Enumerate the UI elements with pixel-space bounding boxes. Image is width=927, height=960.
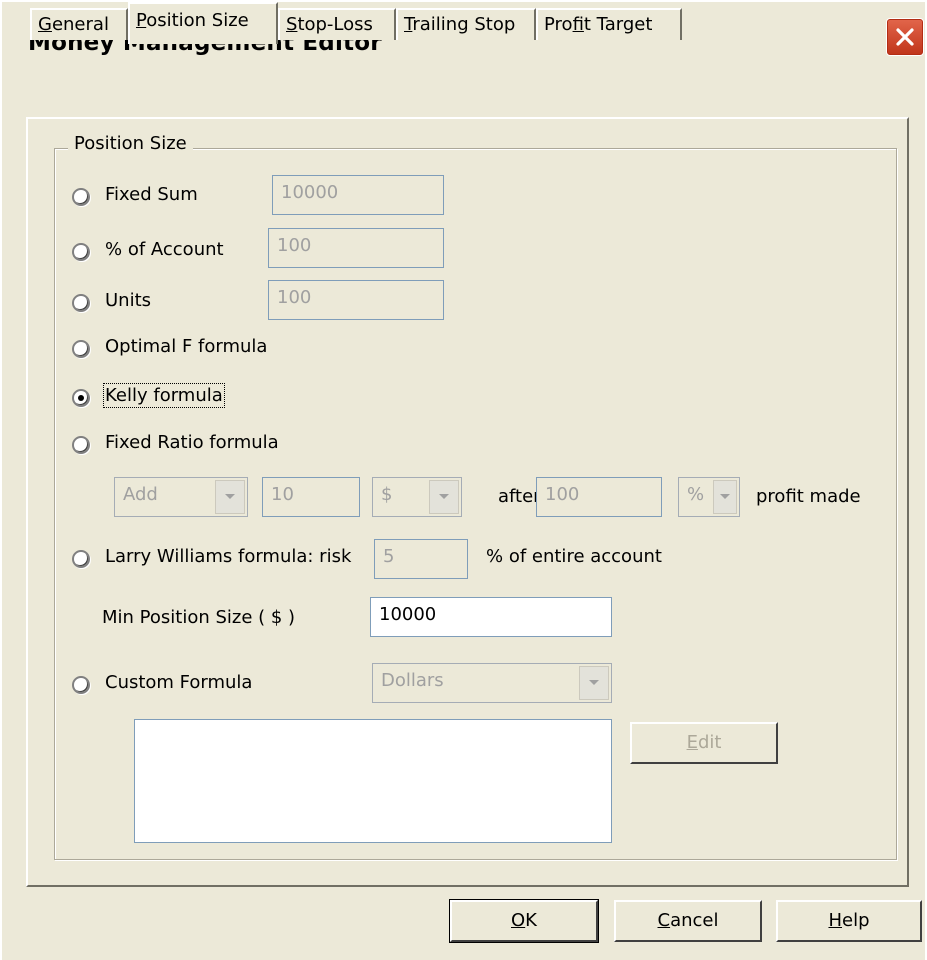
chevron-down-icon: [439, 494, 449, 499]
fixed-ratio-unit-dropdown[interactable]: [429, 480, 459, 514]
fixed-ratio-unit-value: $: [381, 484, 393, 505]
tab-trailing-stop[interactable]: Trailing Stop: [396, 8, 536, 40]
fixed-ratio-unit-select[interactable]: $: [372, 477, 462, 517]
tab-profit-target-label: it Target: [583, 14, 653, 35]
units-label: Units: [105, 290, 152, 311]
custom-formula-unit-select[interactable]: Dollars: [372, 663, 612, 703]
close-button[interactable]: [886, 18, 924, 56]
fixed-ratio-action-dropdown[interactable]: [215, 480, 245, 514]
ok-button[interactable]: OK: [449, 899, 599, 943]
fixed-ratio-after-label: after: [498, 486, 541, 507]
tab-position-size[interactable]: Position Size: [128, 2, 278, 44]
units-radio[interactable]: [72, 294, 90, 312]
tab-profit-target-label-pre: Pro: [544, 14, 573, 35]
tab-position-size-mnemonic: P: [136, 10, 147, 31]
min-position-size-input[interactable]: 10000: [370, 597, 612, 637]
pct-account-input[interactable]: 100: [268, 228, 444, 268]
money-management-editor-window: Money Management Editor General Position…: [0, 0, 925, 960]
tab-general-label: eneral: [51, 14, 109, 35]
pct-account-label: % of Account: [105, 239, 224, 260]
fixed-ratio-action-value: Add: [123, 484, 158, 505]
larry-williams-suffix: % of entire account: [486, 546, 662, 567]
fixed-ratio-radio[interactable]: [72, 436, 90, 454]
tab-stop-loss-mnemonic: S: [286, 14, 298, 35]
optimal-f-radio[interactable]: [72, 340, 90, 358]
cancel-button-label: ancel: [670, 910, 719, 931]
custom-formula-unit-value: Dollars: [381, 670, 444, 691]
ok-button-mnemonic: O: [511, 910, 526, 931]
tab-profit-target[interactable]: Profit Target: [536, 8, 682, 40]
close-icon: [896, 28, 914, 46]
larry-williams-label: Larry Williams formula: risk: [105, 546, 352, 567]
ok-button-label: K: [525, 910, 537, 931]
pct-account-radio[interactable]: [72, 243, 90, 261]
fixed-ratio-amount-input[interactable]: 10: [262, 477, 360, 517]
chevron-down-icon: [589, 680, 599, 685]
help-button-label: elp: [842, 910, 870, 931]
fixed-ratio-profit-label: profit made: [756, 486, 861, 507]
fixed-ratio-after-unit-value: %: [687, 484, 705, 505]
help-button[interactable]: Help: [776, 900, 922, 942]
units-input[interactable]: 100: [268, 280, 444, 320]
tab-general-mnemonic: G: [38, 14, 52, 35]
fixed-ratio-after-unit-dropdown[interactable]: [713, 480, 737, 514]
optimal-f-label: Optimal F formula: [105, 336, 268, 357]
edit-button-mnemonic: E: [686, 732, 698, 753]
larry-williams-radio[interactable]: [72, 550, 90, 568]
chevron-down-icon: [225, 494, 235, 499]
tab-stop-loss[interactable]: Stop-Loss: [278, 8, 396, 40]
cancel-button-mnemonic: C: [657, 910, 671, 931]
tab-general[interactable]: General: [30, 8, 128, 40]
min-position-size-label: Min Position Size ( $ ): [102, 607, 296, 628]
kelly-radio[interactable]: [72, 389, 90, 407]
tab-trailing-stop-label: railing Stop: [412, 14, 516, 35]
custom-formula-unit-dropdown[interactable]: [579, 666, 609, 700]
tab-stop-loss-label: top-Loss: [297, 14, 373, 35]
edit-button-label: dit: [697, 732, 722, 753]
tab-profit-target-mnemonic: f: [572, 14, 584, 35]
fixed-sum-input[interactable]: 10000: [272, 175, 444, 215]
fixed-ratio-after-unit-select[interactable]: %: [678, 477, 740, 517]
kelly-label: Kelly formula: [103, 383, 225, 408]
chevron-down-icon: [720, 494, 730, 499]
custom-formula-radio[interactable]: [72, 676, 90, 694]
edit-button[interactable]: Edit: [630, 722, 778, 764]
fixed-ratio-action-select[interactable]: Add: [114, 477, 248, 517]
custom-formula-label: Custom Formula: [105, 672, 253, 693]
larry-williams-risk-input[interactable]: 5: [374, 539, 468, 579]
help-button-mnemonic: H: [828, 910, 843, 931]
tab-position-size-label: osition Size: [146, 10, 249, 31]
position-size-group-label: Position Size: [68, 133, 193, 154]
fixed-ratio-label: Fixed Ratio formula: [105, 432, 279, 453]
fixed-sum-label: Fixed Sum: [105, 184, 198, 205]
cancel-button[interactable]: Cancel: [614, 900, 762, 942]
fixed-ratio-after-input[interactable]: 100: [536, 477, 662, 517]
fixed-sum-radio[interactable]: [72, 188, 90, 206]
custom-formula-textarea[interactable]: [134, 719, 612, 843]
